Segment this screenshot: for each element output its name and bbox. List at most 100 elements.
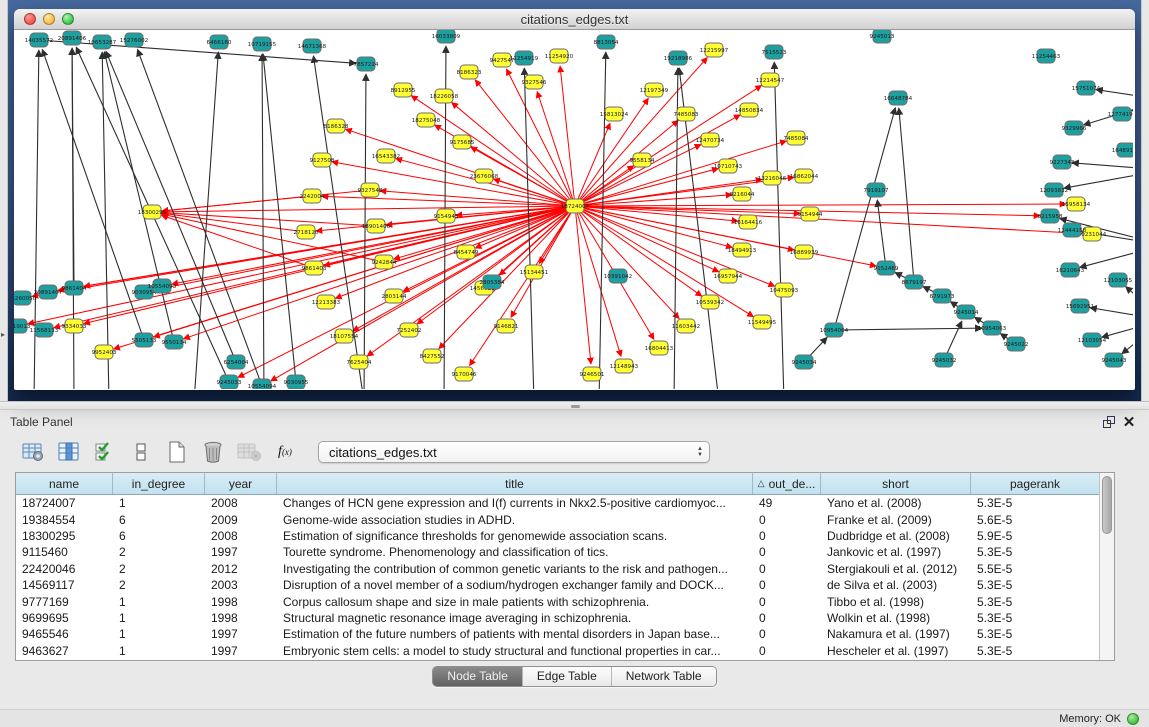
network-edge[interactable] — [106, 51, 236, 362]
network-edge[interactable] — [877, 200, 886, 268]
network-node[interactable]: 16489134 — [1112, 143, 1133, 157]
network-node[interactable]: 11254463 — [1032, 49, 1061, 63]
network-edge[interactable] — [172, 206, 575, 284]
left-collapsed-panel[interactable] — [0, 0, 8, 401]
table-row[interactable]: 977716911998Corpus callosum shape and si… — [16, 593, 1099, 609]
row-height-button[interactable] — [126, 438, 156, 466]
network-node[interactable]: 2718120 — [294, 225, 319, 239]
memory-status-indicator[interactable] — [1127, 713, 1139, 725]
network-node[interactable]: 7515523 — [762, 45, 787, 59]
network-edge[interactable] — [1102, 320, 1133, 337]
network-edge[interactable] — [452, 102, 575, 206]
network-node[interactable]: 8427552 — [420, 349, 445, 363]
network-edge[interactable] — [162, 196, 312, 211]
network-node[interactable]: 14671368 — [298, 39, 327, 53]
network-node[interactable]: 18107554 — [330, 329, 359, 343]
network-node[interactable]: 9246501 — [580, 367, 605, 381]
network-node[interactable]: 8454749 — [454, 245, 479, 259]
network-window[interactable]: citations_edges.txt 18724007891295518226… — [14, 9, 1135, 390]
network-node[interactable]: 16862044 — [790, 169, 819, 183]
network-edge[interactable] — [575, 206, 1082, 233]
network-edge[interactable] — [524, 68, 534, 389]
right-collapsed-panel[interactable] — [1141, 0, 1149, 401]
network-node[interactable]: 16164416 — [734, 215, 763, 229]
network-node[interactable]: 9245033 — [217, 375, 242, 389]
network-node[interactable]: 9175685 — [450, 135, 475, 149]
network-node[interactable]: 9327546 — [522, 75, 547, 89]
network-edge[interactable] — [834, 328, 982, 330]
network-edge[interactable] — [575, 115, 740, 206]
delete-column-button[interactable] — [234, 438, 264, 466]
network-node[interactable]: 8813054 — [594, 35, 619, 49]
network-node[interactable]: 16210643 — [1056, 263, 1085, 277]
network-node[interactable]: 15134451 — [520, 265, 549, 279]
network-edge[interactable] — [262, 54, 264, 389]
table-row[interactable]: 1938455462009Genome-wide association stu… — [16, 511, 1099, 527]
network-node[interactable]: 11254920 — [545, 49, 574, 63]
network-node[interactable]: 12774193 — [1108, 107, 1133, 121]
network-node[interactable]: 16804413 — [645, 341, 674, 355]
table-settings-button[interactable] — [18, 438, 48, 466]
network-node[interactable]: 9245022 — [1004, 337, 1029, 351]
network-edge[interactable] — [322, 196, 575, 206]
network-node[interactable]: 7919107 — [864, 183, 889, 197]
network-window-titlebar[interactable]: citations_edges.txt — [14, 9, 1135, 30]
network-node[interactable]: 9327548 — [358, 183, 383, 197]
network-node[interactable]: 2242004 — [300, 189, 325, 203]
network-node[interactable]: 10475093 — [770, 283, 799, 297]
scrollbar-thumb[interactable] — [1102, 476, 1112, 534]
network-node[interactable]: 8216044 — [730, 187, 755, 201]
network-edge[interactable] — [575, 206, 679, 319]
network-edge[interactable] — [899, 108, 914, 282]
network-node[interactable]: 6791973 — [930, 289, 955, 303]
network-node[interactable]: 18901406 — [362, 219, 391, 233]
network-edge[interactable] — [1080, 245, 1133, 267]
network-node[interactable]: 9952403 — [92, 345, 117, 359]
network-node[interactable]: 11549495 — [748, 315, 777, 329]
network-node[interactable]: 12214547 — [756, 73, 785, 87]
network-node[interactable]: 9127508 — [310, 153, 335, 167]
network-node[interactable]: 10539342 — [696, 295, 724, 309]
table-row[interactable]: 2242004622012Investigating the contribut… — [16, 561, 1099, 577]
tab-node-table[interactable]: Node Table — [433, 667, 523, 686]
network-node[interactable]: 9861404 — [62, 281, 87, 295]
column-header-name[interactable]: name — [16, 473, 113, 494]
network-node[interactable]: 12213383 — [312, 295, 341, 309]
table-row[interactable]: 1872400712008Changes of HCN gene express… — [16, 495, 1099, 511]
network-node[interactable]: 13216046 — [758, 171, 787, 185]
panel-collapse-arrow-icon[interactable]: ▸ — [1, 330, 5, 339]
network-node[interactable]: 9245014 — [954, 305, 979, 319]
network-edge[interactable] — [162, 213, 376, 226]
minimize-window-button[interactable] — [43, 13, 55, 25]
column-header-year[interactable]: year — [205, 473, 277, 494]
table-row[interactable]: 1456911722003Disruption of a novel membe… — [16, 577, 1099, 593]
network-node[interactable]: 9146821 — [494, 319, 519, 333]
column-header-title[interactable]: title — [277, 473, 753, 494]
network-node[interactable]: 15692951 — [1066, 299, 1095, 313]
network-node[interactable]: 7625404 — [347, 355, 372, 369]
network-node[interactable]: 8186323 — [457, 65, 482, 79]
network-edge[interactable] — [1096, 90, 1133, 100]
network-node[interactable]: 10710743 — [714, 159, 743, 173]
table-vertical-scrollbar[interactable] — [1099, 473, 1114, 660]
network-node[interactable]: 8912955 — [391, 83, 416, 97]
network-node[interactable]: 9154944 — [798, 207, 823, 221]
network-node[interactable]: 9030955 — [284, 375, 309, 389]
network-node[interactable]: 9245034 — [792, 355, 817, 369]
tab-network-table[interactable]: Network Table — [612, 667, 716, 686]
network-edge[interactable] — [575, 57, 707, 206]
network-node[interactable]: 10954063 — [978, 321, 1007, 335]
network-edge[interactable] — [42, 49, 144, 340]
network-node[interactable]: 23676068 — [470, 169, 499, 183]
network-node[interactable]: 9245043 — [1102, 353, 1127, 367]
zoom-window-button[interactable] — [62, 13, 74, 25]
network-edge[interactable] — [575, 206, 732, 247]
network-edge[interactable] — [1090, 308, 1133, 320]
network-node[interactable]: 15958134 — [1062, 197, 1091, 211]
network-node[interactable]: 8679197 — [902, 275, 927, 289]
network-node[interactable]: 9329966 — [1062, 121, 1087, 135]
network-node[interactable]: 8186328 — [324, 119, 349, 133]
column-header-short[interactable]: short — [821, 473, 971, 494]
network-edge[interactable] — [774, 62, 784, 389]
network-node[interactable]: 7485084 — [784, 131, 809, 145]
